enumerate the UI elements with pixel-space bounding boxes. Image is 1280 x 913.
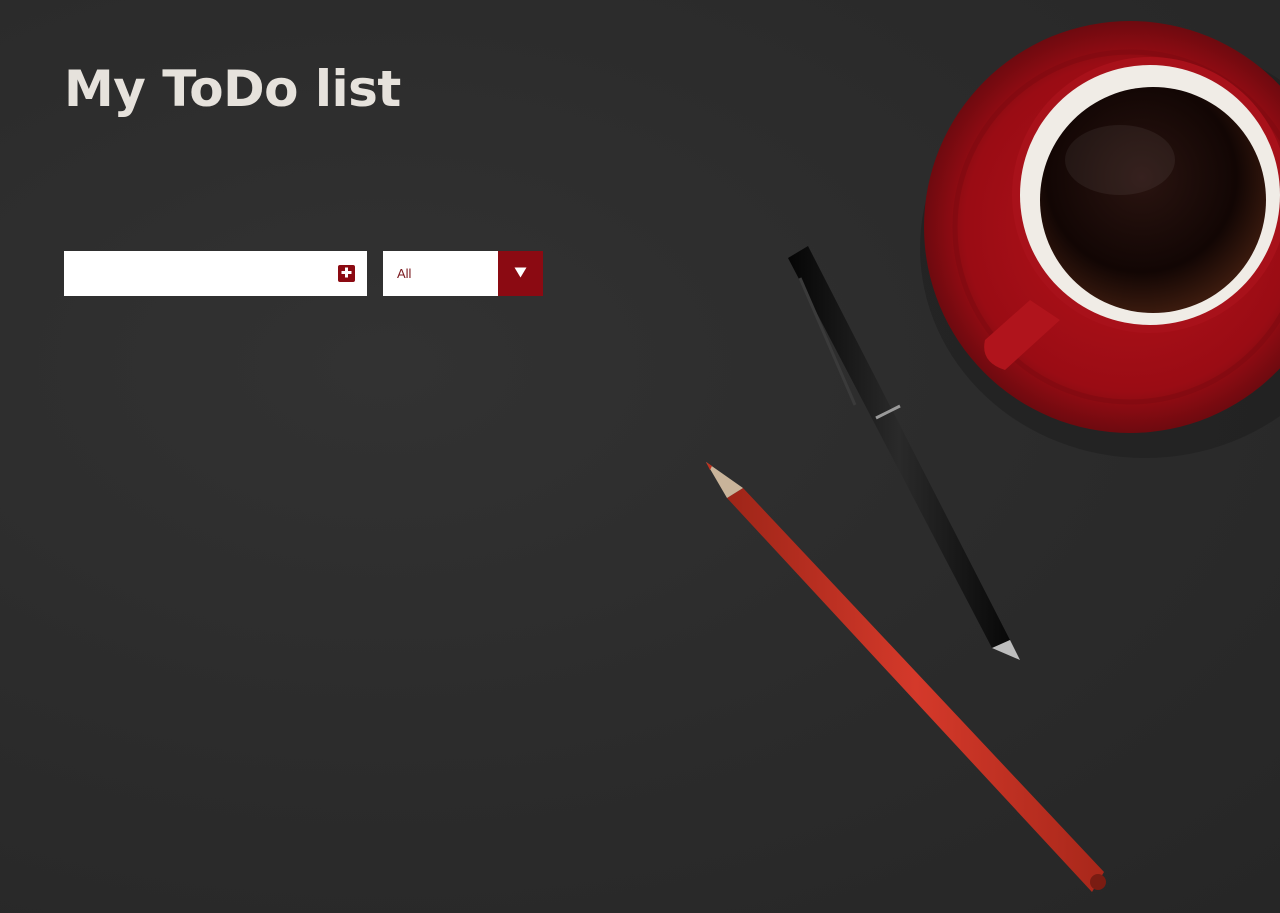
coffee-cup bbox=[1012, 57, 1280, 333]
filter-dropdown-button[interactable] bbox=[498, 251, 543, 296]
todo-input[interactable] bbox=[64, 251, 324, 296]
desk-photo-decoration bbox=[706, 21, 1280, 892]
page-title: My ToDo list bbox=[64, 60, 401, 118]
filter-select[interactable]: All bbox=[383, 251, 543, 296]
triangle-down-icon bbox=[514, 265, 527, 283]
add-todo-button[interactable] bbox=[338, 265, 355, 282]
plus-square-icon bbox=[341, 265, 352, 283]
todo-input-container bbox=[64, 251, 367, 296]
filter-selected-value: All bbox=[397, 266, 412, 281]
pencil bbox=[706, 462, 1106, 892]
